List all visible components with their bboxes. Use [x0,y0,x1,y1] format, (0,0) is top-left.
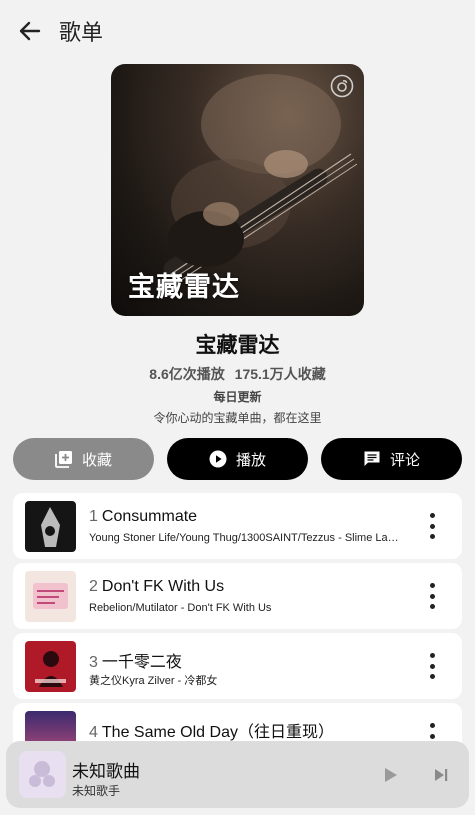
placeholder-artwork-icon [29,761,55,787]
song-title: 3 一千零二夜 [89,648,182,672]
mini-player-artwork [19,751,66,798]
comment-button[interactable]: 评论 [321,438,462,480]
track-title: Consummate [101,508,198,525]
song-artist-album: Young Stoner Life/Young Thug/1300SAINT/T… [89,532,399,544]
mini-player-artist: 未知歌手 [72,784,121,798]
page-title: 歌单 [59,20,104,45]
comment-label: 评论 [389,451,420,469]
play-count: 8.6亿次播放 [149,366,225,382]
play-icon [385,768,397,782]
playlist-description: 令你心动的宝藏单曲，都在这里 [153,411,322,425]
update-frequency: 每日更新 [213,390,262,404]
mini-player-title: 未知歌曲 [72,762,140,781]
play-label: 播放 [235,451,266,469]
playlist-name: 宝藏雷达 [195,334,280,357]
playlist-stats: 8.6亿次播放 175.1万人收藏 [0,364,475,384]
song-artwork [25,501,76,552]
song-artist-album: 黄之仪Kyra Zilver - 冷都女 [89,675,218,687]
song-title: 1 Consummate [89,508,197,526]
more-vertical-icon [429,723,435,728]
mini-player[interactable]: 未知歌曲 未知歌手 [6,741,469,808]
more-options-button[interactable] [422,583,442,609]
more-options-button[interactable] [422,653,442,679]
back-button[interactable] [14,16,46,46]
collect-button[interactable]: 收藏 [13,438,154,480]
track-number: 3 [89,654,98,671]
more-vertical-icon [429,653,435,658]
more-vertical-icon [429,513,435,518]
song-row[interactable]: 2 Don't FK With Us Rebelion/Mutilator - D… [13,563,462,629]
cover-title-text: 宝藏雷达 [128,272,240,302]
collect-label: 收藏 [81,451,112,469]
song-artist-album: Rebelion/Mutilator - Don't FK With Us [89,602,272,614]
play-all-button[interactable]: 播放 [167,438,308,480]
song-artwork [25,641,76,692]
mini-play-button[interactable] [382,765,400,785]
more-vertical-icon [429,583,435,588]
track-number: 2 [89,578,98,595]
song-row[interactable]: 3 一千零二夜 黄之仪Kyra Zilver - 冷都女 [13,633,462,699]
track-number: 1 [89,508,98,525]
track-number: 4 [89,724,98,741]
song-title: 2 Don't FK With Us [89,578,224,596]
add-to-library-icon [55,451,72,468]
top-app-bar: 歌单 [0,0,475,62]
track-title: The Same Old Day（往日重现） [101,724,334,741]
more-options-button[interactable] [422,513,442,539]
favorite-count: 175.1万人收藏 [234,366,326,382]
skip-next-icon [435,769,448,781]
comment-icon [364,451,380,466]
song-title: 4 The Same Old Day（往日重现） [89,718,334,742]
arrow-left-icon [19,21,41,41]
song-row[interactable]: 1 Consummate Young Stoner Life/Young Thug… [13,493,462,559]
netease-logo-icon [330,74,354,98]
track-title: 一千零二夜 [101,654,182,671]
play-circle-icon [209,450,227,468]
playlist-cover[interactable]: 宝藏雷达 [111,64,364,316]
mini-next-button[interactable] [431,765,451,785]
track-title: Don't FK With Us [101,578,225,595]
song-artwork [25,571,76,622]
